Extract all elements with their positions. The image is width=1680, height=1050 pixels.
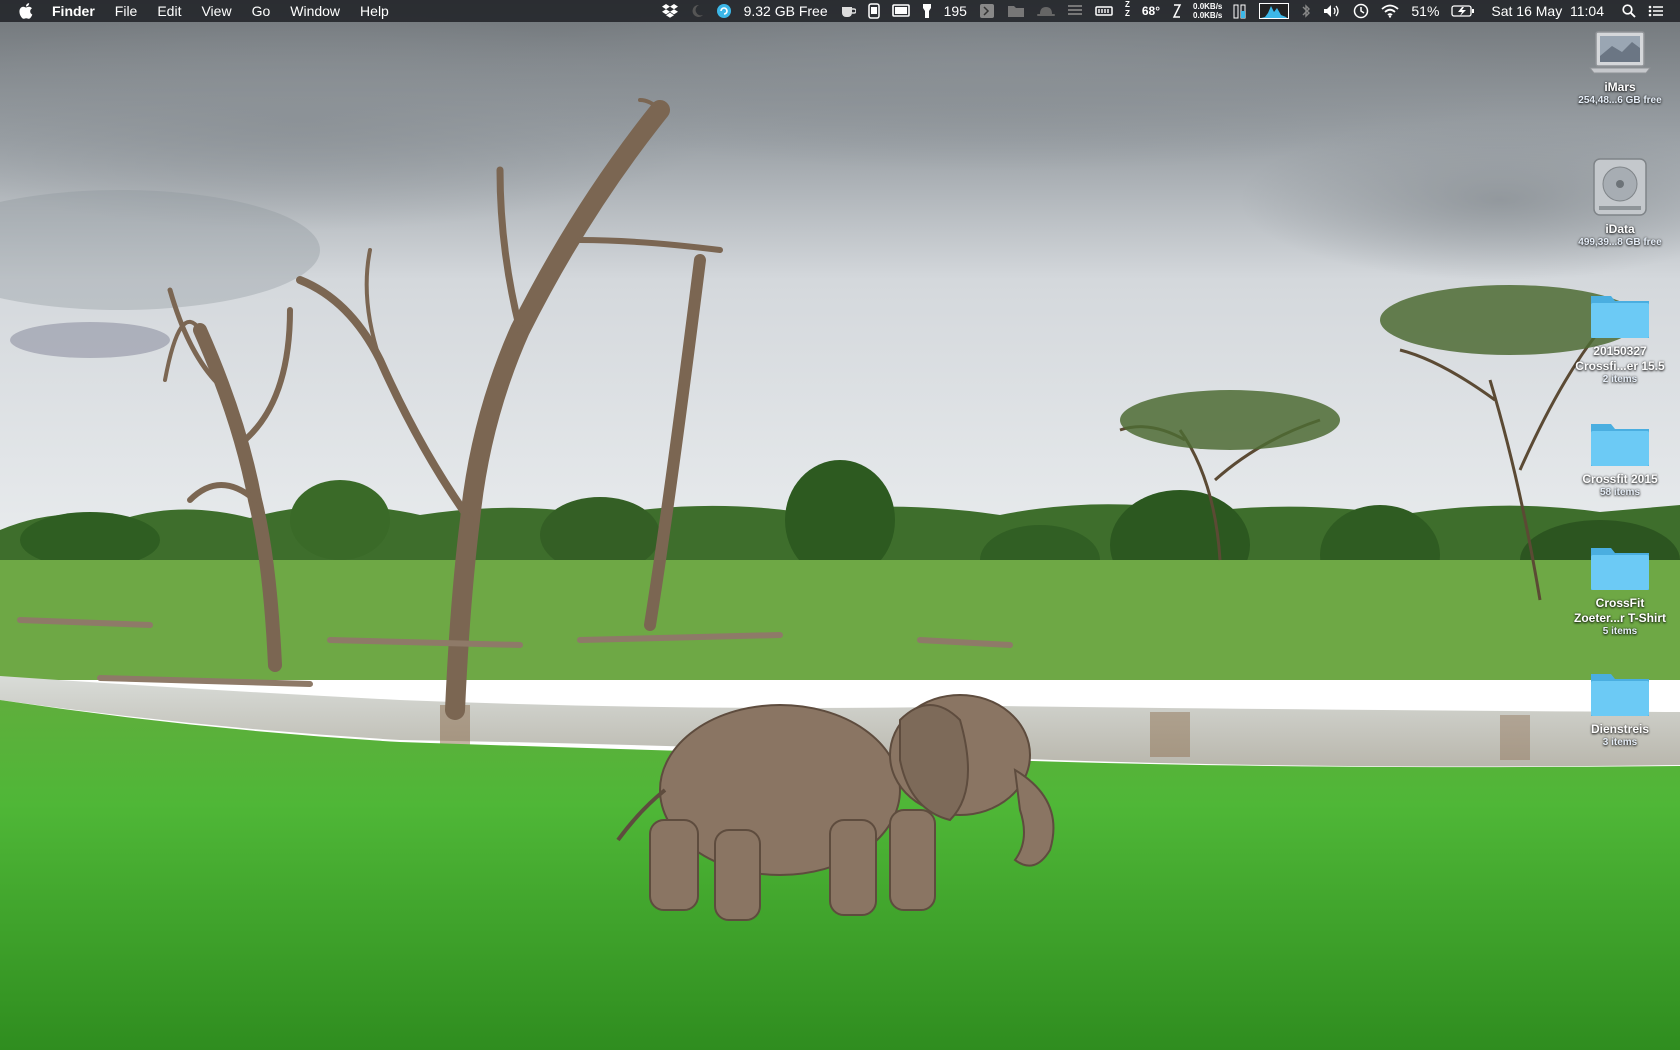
memory-icon[interactable]: [1089, 0, 1119, 22]
moon-icon[interactable]: [684, 0, 710, 22]
desktop-icon-label-line1: Dienstreis: [1590, 722, 1650, 736]
desktop-icon-label-line2: Zoeter...r T-Shirt: [1573, 611, 1666, 625]
battery-icon[interactable]: [1445, 0, 1481, 22]
flashlight-icon[interactable]: [916, 0, 938, 22]
phone-sync-icon[interactable]: [862, 0, 886, 22]
apple-menu-icon[interactable]: [12, 0, 40, 22]
net-down-value: 0.0KB/s: [1193, 11, 1223, 20]
battery-percent-status[interactable]: 51%: [1405, 0, 1445, 22]
desktop-icon-imars[interactable]: iMars 254,48...6 GB free: [1565, 30, 1675, 107]
menu-app-finder[interactable]: Finder: [40, 0, 105, 22]
count-status[interactable]: 195: [938, 0, 973, 22]
volume-icon[interactable]: [1317, 0, 1347, 22]
cpu-graph-icon[interactable]: [1253, 0, 1295, 22]
spotlight-search-icon[interactable]: [1610, 0, 1642, 22]
disk-cleanup-icon[interactable]: [710, 0, 738, 22]
desktop-icon-sublabel: 2 items: [1602, 374, 1638, 385]
menu-go[interactable]: Go: [242, 0, 281, 22]
desktop-icon-sublabel: 254,48...6 GB free: [1578, 95, 1662, 106]
desktop-icon-label: iData: [1605, 222, 1635, 236]
menu-help[interactable]: Help: [350, 0, 399, 22]
laptop-icon: [1588, 31, 1652, 74]
desktop-icon-sublabel: 3 items: [1602, 737, 1638, 748]
bluetooth-icon[interactable]: [1295, 0, 1317, 22]
menu-window[interactable]: Window: [280, 0, 350, 22]
menu-edit[interactable]: Edit: [147, 0, 191, 22]
coffee-cup-icon[interactable]: [834, 0, 862, 22]
folder-icon: [1591, 548, 1649, 590]
folder-menu-icon[interactable]: [1001, 0, 1031, 22]
hat-icon[interactable]: [1031, 0, 1061, 22]
temperature-status[interactable]: 68°: [1136, 0, 1166, 22]
desktop-icon-sublabel: 499,39...8 GB free: [1578, 237, 1662, 248]
desktop-icon-folder-crossfit-2015[interactable]: Crossfit 2015 58 items: [1565, 418, 1675, 499]
list-icon[interactable]: [1061, 0, 1089, 22]
dropbox-icon[interactable]: [656, 0, 684, 22]
desktop-icon-folder-20150327[interactable]: 20150327 Crossfi...er 15.5 2 items: [1565, 290, 1675, 386]
desktop-icon-sublabel: 58 items: [1599, 487, 1641, 498]
sleep-indicator[interactable]: Z Z: [1119, 0, 1136, 22]
desktop-icon-folder-dienstreis[interactable]: Dienstreis 3 items: [1565, 668, 1675, 749]
time-machine-icon[interactable]: [1347, 0, 1375, 22]
desktop-icon-folder-crossfit-zoeter[interactable]: CrossFit Zoeter...r T-Shirt 5 items: [1565, 542, 1675, 638]
clock-datetime[interactable]: Sat 16 May 11:04: [1481, 0, 1610, 22]
hard-drive-icon: [1593, 158, 1647, 216]
wallpaper-image: [0, 0, 1680, 1050]
display-icon[interactable]: [886, 0, 916, 22]
disk-free-status[interactable]: 9.32 GB Free: [738, 0, 834, 22]
menu-file[interactable]: File: [105, 0, 148, 22]
script-icon[interactable]: [973, 0, 1001, 22]
folder-icon: [1591, 424, 1649, 466]
desktop-icon-label-line2: Crossfi...er 15.5: [1575, 359, 1665, 373]
desktop-icon-idata[interactable]: iData 499,39...8 GB free: [1565, 156, 1675, 249]
network-speed-status[interactable]: 0.0KB/s 0.0KB/s: [1188, 2, 1227, 20]
desktop-icon-label-line1: CrossFit: [1595, 596, 1645, 610]
desktop-icon-label-line1: 20150327: [1593, 344, 1647, 358]
fan-icon[interactable]: [1166, 0, 1188, 22]
status-area: 9.32 GB Free 195 Z Z 68° 0.0KB/s 0.0KB/s…: [656, 0, 1670, 22]
desktop-icon-sublabel: 5 items: [1602, 626, 1638, 637]
wifi-icon[interactable]: [1375, 0, 1405, 22]
menu-view[interactable]: View: [191, 0, 241, 22]
desktop-icon-label: iMars: [1604, 80, 1636, 94]
notification-center-icon[interactable]: [1642, 0, 1670, 22]
menu-bar: Finder File Edit View Go Window Help 9.3…: [0, 0, 1680, 22]
net-up-value: 0.0KB/s: [1193, 2, 1223, 11]
cpu-bars-icon[interactable]: [1227, 0, 1253, 22]
folder-icon: [1591, 674, 1649, 716]
desktop[interactable]: Finder File Edit View Go Window Help 9.3…: [0, 0, 1680, 1050]
folder-icon: [1591, 296, 1649, 338]
desktop-icon-label-line1: Crossfit 2015: [1582, 472, 1658, 486]
